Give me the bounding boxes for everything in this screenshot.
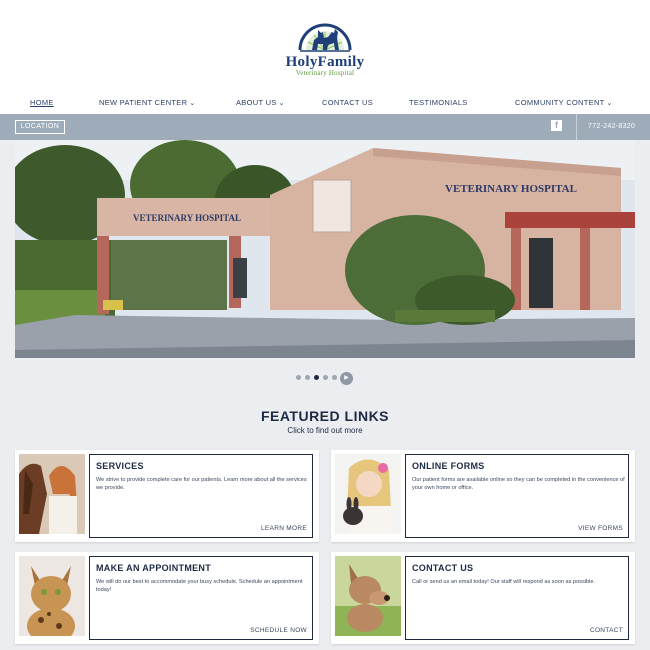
contact-link[interactable]: CONTACT — [590, 627, 623, 634]
site-logo[interactable]: HolyFamily Veterinary Hospital — [278, 10, 372, 90]
services-card-title: SERVICES — [96, 461, 144, 471]
nav-about-us-label: ABOUT US — [236, 98, 277, 107]
nav-new-patient-center-label: NEW PATIENT CENTER — [99, 98, 188, 107]
hero-image: VETERINARY HOSPITAL VETERINARY HOSPITAL — [15, 140, 635, 358]
online-forms-card-text: Our patient forms are available online s… — [412, 477, 625, 491]
slider-dot[interactable] — [305, 375, 310, 380]
building-sign-text: VETERINARY HOSPITAL — [445, 183, 577, 195]
featured-links-subtitle: Click to find out more — [287, 426, 363, 435]
nav-contact-us[interactable]: CONTACT US — [322, 98, 373, 107]
slider-dot[interactable] — [332, 375, 337, 380]
learn-more-link[interactable]: LEARN MORE — [261, 525, 307, 532]
logo-sub-text: Veterinary Hospital — [295, 69, 355, 77]
puppy-photo — [335, 556, 401, 636]
paw-pets-icon — [298, 23, 352, 52]
site-header: HolyFamily Veterinary Hospital — [0, 0, 650, 92]
services-card[interactable]: SERVICES We strive to provide complete c… — [15, 450, 319, 542]
appointment-card-text: We will do our best to accommodate your … — [96, 579, 303, 593]
slider-dot[interactable] — [323, 375, 328, 380]
main-nav: HOME NEW PATIENT CENTER ⌄ ABOUT US ⌄ CONTA… — [0, 92, 650, 114]
girl-with-rabbit-photo — [335, 454, 401, 534]
gate-sign-text: VETERINARY HOSPITAL — [133, 213, 241, 223]
nav-testimonials[interactable]: TESTIMONIALS — [409, 98, 468, 107]
view-forms-link[interactable]: VIEW FORMS — [578, 525, 623, 532]
services-card-box: SERVICES We strive to provide complete c… — [89, 454, 313, 538]
bengal-cat-photo — [19, 556, 85, 636]
nav-community-content-label: COMMUNITY CONTENT — [515, 98, 605, 107]
slider-dot[interactable] — [296, 375, 301, 380]
nav-contact-us-label: CONTACT US — [322, 98, 374, 107]
play-icon[interactable]: ▶ — [340, 372, 353, 385]
nav-about-us[interactable]: ABOUT US ⌄ — [236, 98, 285, 107]
contact-card-title: CONTACT US — [412, 563, 474, 573]
services-card-text: We strive to provide complete care for o… — [96, 477, 307, 491]
chevron-down-icon: ⌄ — [606, 100, 613, 107]
nav-home-label: HOME — [30, 98, 54, 107]
phone-number[interactable]: 772-242-8320 — [588, 123, 635, 130]
nav-community-content[interactable]: COMMUNITY CONTENT ⌄ — [515, 98, 613, 107]
contact-card-text: Call or send us an email today! Our staf… — [412, 579, 596, 585]
online-forms-card[interactable]: ONLINE FORMS Our patient forms are avail… — [331, 450, 635, 542]
chevron-down-icon: ⌄ — [189, 100, 196, 107]
featured-links-title: FEATURED LINKS — [260, 408, 390, 424]
location-bar-divider — [576, 114, 577, 140]
hospital-building-photo: VETERINARY HOSPITAL VETERINARY HOSPITAL — [15, 140, 635, 358]
contact-card-box: CONTACT US Call or send us an email toda… — [405, 556, 629, 640]
contact-card[interactable]: CONTACT US Call or send us an email toda… — [331, 552, 635, 644]
horse-and-girl-photo — [19, 454, 85, 534]
facebook-icon[interactable]: f — [551, 120, 562, 131]
chevron-down-icon: ⌄ — [278, 100, 285, 107]
nav-testimonials-label: TESTIMONIALS — [409, 98, 468, 107]
schedule-now-link[interactable]: SCHEDULE NOW — [250, 627, 307, 634]
online-forms-card-title: ONLINE FORMS — [412, 461, 485, 471]
appointment-card-box: MAKE AN APPOINTMENT We will do our best … — [89, 556, 313, 640]
location-button[interactable]: LOCATION — [15, 120, 65, 134]
nav-new-patient-center[interactable]: NEW PATIENT CENTER ⌄ — [99, 98, 196, 107]
appointment-card[interactable]: MAKE AN APPOINTMENT We will do our best … — [15, 552, 319, 644]
online-forms-card-box: ONLINE FORMS Our patient forms are avail… — [405, 454, 629, 538]
logo-brand-text: HolyFamily — [285, 54, 365, 70]
appointment-card-title: MAKE AN APPOINTMENT — [96, 563, 212, 573]
nav-home[interactable]: HOME — [30, 98, 54, 107]
slider-dot-active[interactable] — [314, 375, 319, 380]
